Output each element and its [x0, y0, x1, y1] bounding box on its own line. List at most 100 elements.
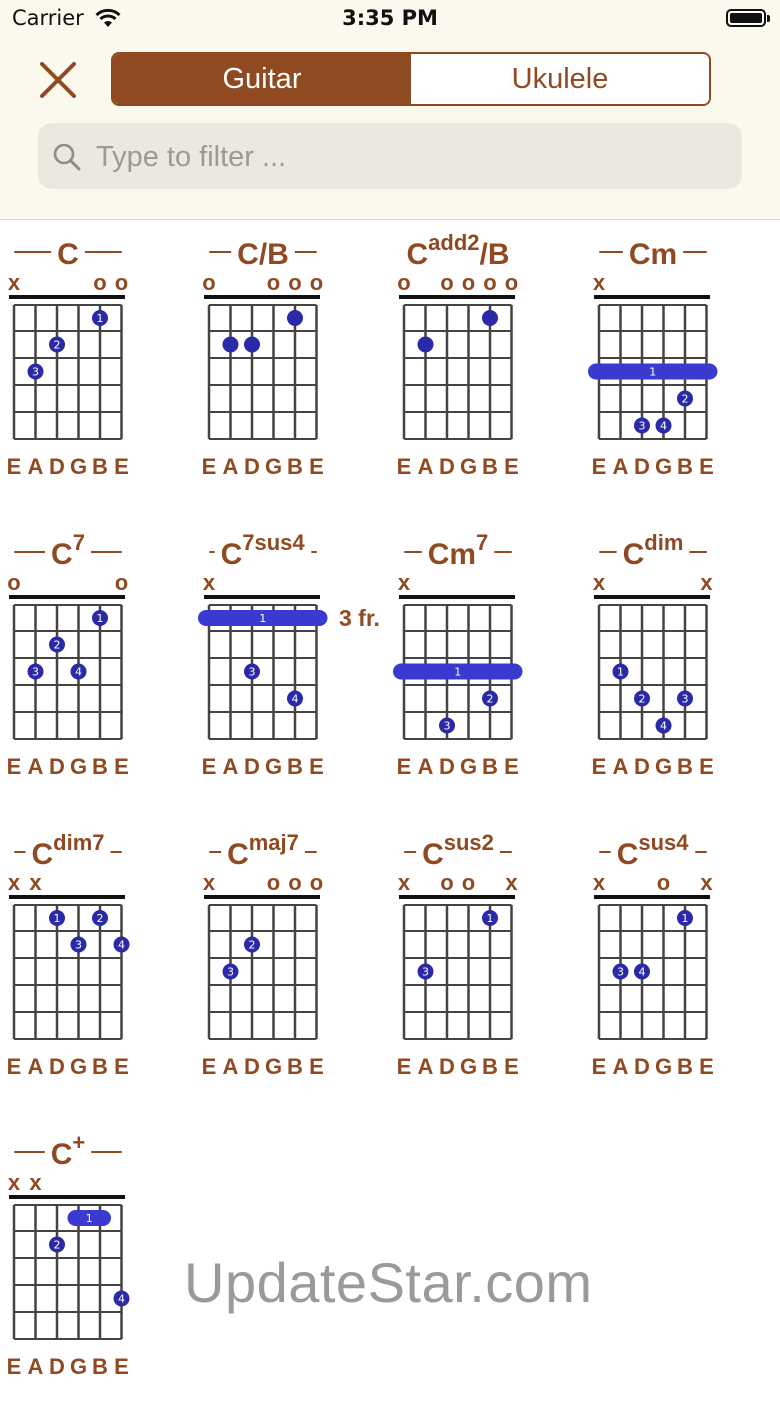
chord-diagram[interactable]: C+x x124E A D G B E	[0, 1120, 195, 1420]
tuning-note: D	[49, 1054, 65, 1079]
search-bar	[38, 123, 742, 191]
finger-number: 3	[32, 366, 39, 379]
string-marker: x	[700, 570, 713, 595]
chord-root: C	[31, 838, 53, 871]
tuning-note: B	[677, 454, 693, 479]
finger-number: 1	[682, 912, 689, 925]
tuning-note: G	[460, 754, 477, 779]
tuning-note: A	[223, 454, 239, 479]
tuning-note: E	[202, 1054, 217, 1079]
tuning-note: G	[655, 454, 672, 479]
tuning-note: B	[287, 1054, 303, 1079]
finger-number: 4	[660, 420, 667, 433]
string-marker: o	[440, 870, 453, 895]
search-input[interactable]	[94, 123, 728, 191]
tuning-note: E	[114, 754, 129, 779]
chord-diagram[interactable]: Csus2x o o x13E A D G B E	[390, 820, 585, 1120]
tuning-note: E	[397, 754, 412, 779]
chord-root: C	[51, 1138, 73, 1171]
finger-number: 3	[682, 693, 689, 706]
tuning-note: G	[70, 754, 87, 779]
tuning-note: E	[7, 1054, 22, 1079]
watermark: UpdateStar.com	[184, 1251, 593, 1314]
string-marker: o	[462, 270, 475, 295]
tuning-note: G	[265, 1054, 282, 1079]
barre-finger: 1	[259, 612, 266, 625]
finger-number: 3	[422, 966, 429, 979]
tuning-note: E	[504, 1054, 519, 1079]
finger-dot	[482, 310, 498, 326]
chord-title: Cdim	[623, 530, 684, 571]
tuning-note: D	[439, 754, 455, 779]
chord-root: C	[617, 838, 639, 871]
chord-title: Cdim7	[31, 830, 104, 871]
finger-number: 4	[118, 939, 125, 952]
chord-diagram[interactable]: Cx o o123E A D G B E	[0, 220, 195, 520]
chord-diagram[interactable]: Cmaj7x o o o23E A D G B E	[195, 820, 390, 1120]
chord-superscript: +	[72, 1130, 85, 1155]
finger-number: 3	[32, 666, 39, 679]
close-icon[interactable]	[36, 58, 80, 102]
chord-title: Csus2	[422, 830, 494, 871]
tab-guitar[interactable]: Guitar	[113, 54, 411, 104]
tuning-note: E	[114, 1354, 129, 1379]
chord-root: C	[237, 238, 259, 271]
string-marker: o	[115, 270, 128, 295]
chord-title: C+	[51, 1130, 86, 1171]
tuning-note: E	[7, 454, 22, 479]
tuning-note: A	[613, 1054, 629, 1079]
chord-diagram[interactable]: Cdim7x x1 23 4E A D G B E	[0, 820, 195, 1120]
finger-dot	[417, 336, 434, 353]
tuning-note: E	[202, 754, 217, 779]
chord-diagram[interactable]: Cadd2/Bo o o o oE A D G B E	[390, 220, 585, 520]
tuning-note: A	[418, 754, 434, 779]
finger-number: 3	[639, 420, 646, 433]
tuning-note: B	[482, 454, 498, 479]
chord-diagram[interactable]: C7sus4x1343 fr.E A D G B E	[195, 520, 390, 820]
chord-diagram[interactable]: Csus4x o x13 4E A D G B E	[585, 820, 780, 1120]
finger-dot	[244, 336, 260, 353]
string-marker: x	[8, 1170, 21, 1195]
tuning-note: B	[677, 1054, 693, 1079]
tuning-note: G	[265, 754, 282, 779]
tuning-note: D	[49, 1354, 65, 1379]
string-marker: o	[483, 270, 496, 295]
string-marker: x	[203, 570, 216, 595]
nut	[9, 595, 125, 599]
string-marker: o	[288, 870, 301, 895]
fret-position-label: 3 fr.	[339, 605, 380, 631]
string-marker: o	[310, 270, 323, 295]
finger-number: 2	[682, 393, 689, 406]
barre-finger: 1	[649, 366, 656, 379]
string-marker: x	[8, 870, 21, 895]
string-marker: o	[115, 570, 128, 595]
finger-number: 3	[444, 720, 451, 733]
chord-title: C7sus4	[221, 530, 306, 571]
tuning-note: A	[613, 454, 629, 479]
finger-number: 3	[617, 966, 624, 979]
tuning-note: D	[244, 754, 260, 779]
chord-diagram[interactable]: C7o o123 4E A D G B E	[0, 520, 195, 820]
nut	[204, 595, 320, 599]
tuning-note: B	[92, 1054, 108, 1079]
chord-diagram[interactable]: Cdimx x12 34E A D G B E	[585, 520, 780, 820]
chord-diagram[interactable]: Cmx123 4E A D G B E	[585, 220, 780, 520]
string-marker: x	[203, 870, 216, 895]
tuning-note: A	[418, 1054, 434, 1079]
finger-number: 2	[487, 693, 494, 706]
chord-title: C/B	[237, 238, 289, 271]
tuning-note: E	[699, 454, 714, 479]
tuning-note: E	[114, 454, 129, 479]
tuning-note: D	[49, 454, 65, 479]
finger-number: 1	[617, 666, 624, 679]
tab-ukulele[interactable]: Ukulele	[411, 54, 709, 104]
chord-diagram[interactable]: Cm7x123E A D G B E	[390, 520, 585, 820]
tuning-note: D	[634, 1054, 650, 1079]
tuning-note: B	[92, 754, 108, 779]
chord-title: Csus4	[617, 830, 690, 871]
tuning-note: G	[70, 1354, 87, 1379]
tuning-note: A	[613, 754, 629, 779]
chord-diagram[interactable]: C/Bo o o oE A D G B E	[195, 220, 390, 520]
finger-dot	[222, 336, 239, 353]
tuning-note: D	[439, 454, 455, 479]
